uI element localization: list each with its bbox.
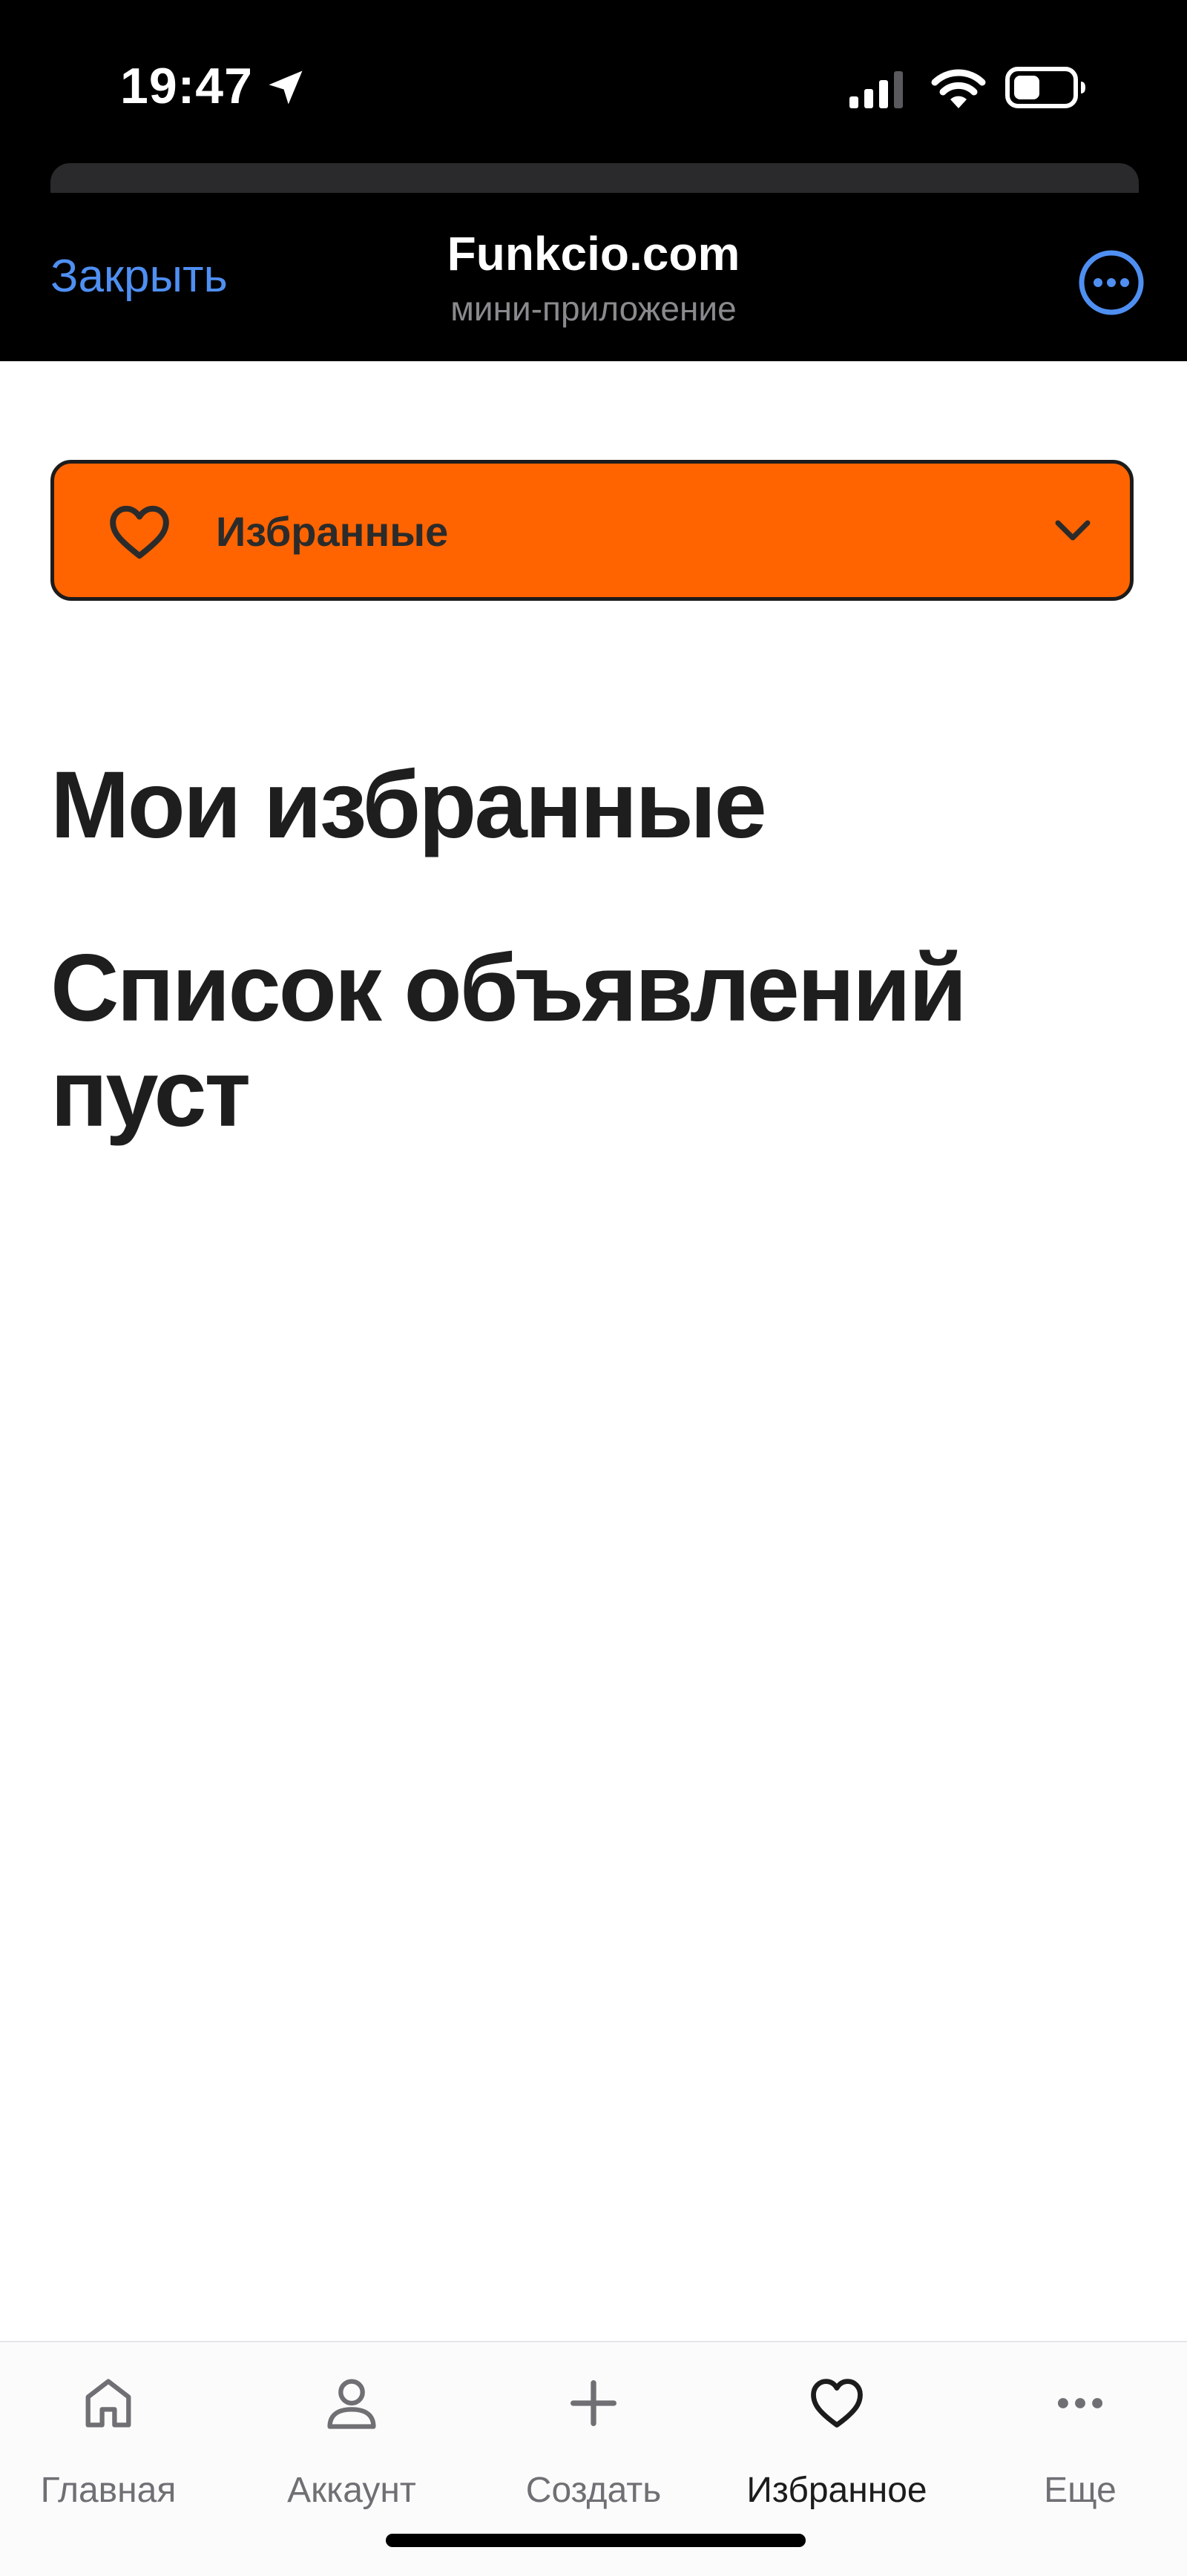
battery-icon [1005, 67, 1085, 108]
status-time: 19:47 [120, 58, 253, 114]
wifi-icon [931, 69, 986, 108]
app-title: Funkcio.com [447, 227, 740, 280]
section-dropdown[interactable]: Избранные [50, 460, 1134, 601]
plus-icon [571, 2380, 616, 2426]
empty-state-message: Список объявлений пуст [50, 935, 967, 1147]
tab-home[interactable]: Главная [0, 2372, 227, 2520]
tab-label: Аккаунт [287, 2471, 416, 2510]
sheet-top-edge [50, 163, 1139, 193]
page-title: Мои избранные [50, 752, 767, 858]
bottom-tab-bar: Главная Аккаунт Создать Избранное Еще [0, 2341, 1187, 2576]
close-button[interactable]: Закрыть [50, 254, 228, 300]
dropdown-selected-label: Избранные [216, 508, 449, 555]
more-dots-icon [1057, 2398, 1103, 2408]
tab-label: Главная [40, 2471, 177, 2510]
tab-account[interactable]: Аккаунт [233, 2372, 470, 2520]
location-arrow-icon [269, 70, 303, 105]
tab-label: Избранное [746, 2471, 927, 2510]
more-options-icon[interactable] [1077, 248, 1145, 317]
home-indicator[interactable] [386, 2534, 806, 2547]
heart-icon [811, 2379, 863, 2428]
tab-label: Создать [525, 2471, 662, 2510]
tab-create[interactable]: Создать [475, 2372, 712, 2520]
heart-icon [110, 505, 169, 559]
app-subtitle: мини-приложение [450, 289, 737, 328]
home-icon [85, 2379, 131, 2428]
tab-label: Еще [1044, 2471, 1117, 2510]
tab-favorites[interactable]: Избранное [718, 2372, 956, 2520]
chevron-down-icon [1055, 520, 1091, 541]
user-icon [327, 2379, 376, 2429]
tab-more[interactable]: Еще [961, 2372, 1187, 2520]
cellular-signal-icon [849, 71, 903, 108]
top-bar: 19:47 Закрыть Funkcio.com мини-приложени… [0, 0, 1187, 361]
